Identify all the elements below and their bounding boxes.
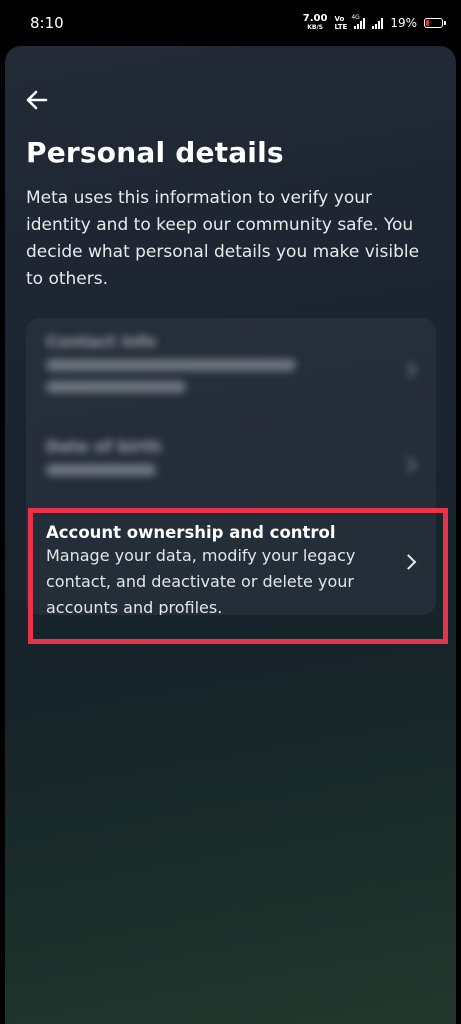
volte-icon: Vo LTE: [334, 15, 347, 31]
list-item-subtitle: Manage your data, modify your legacy con…: [46, 546, 356, 615]
volte-top: Vo: [334, 15, 345, 23]
status-time: 8:10: [30, 14, 64, 32]
chevron-right-icon: [400, 361, 417, 378]
network-speed-unit: KB/S: [307, 24, 323, 31]
status-bar: 8:10 7.00 KB/S Vo LTE 4G 19%: [0, 0, 461, 46]
network-speed-value: 7.00: [302, 13, 328, 24]
volte-bottom: LTE: [334, 23, 348, 31]
signal-4g-icon: 4G: [351, 14, 366, 29]
personal-details-sheet: Personal details Meta uses this informat…: [5, 46, 456, 1024]
list-item-title: Date of birth: [46, 437, 162, 456]
list-item-title: Contact info: [46, 332, 157, 351]
list-item-subtitle: [46, 464, 388, 476]
status-icons: 7.00 KB/S Vo LTE 4G 19%: [303, 14, 446, 32]
list-item-contact-info[interactable]: Contact info: [26, 318, 436, 421]
chevron-right-icon: [400, 554, 417, 570]
battery-icon: [424, 18, 446, 28]
signal-icon: [372, 17, 384, 29]
network-speed: 7.00 KB/S: [303, 14, 328, 32]
page-description: Meta uses this information to verify you…: [26, 188, 420, 289]
battery-percent: 19%: [390, 16, 417, 30]
network-tag: 4G: [351, 13, 360, 21]
list-item-account-ownership[interactable]: Account ownership and control Manage you…: [26, 509, 436, 615]
settings-list: Contact info Date of birth Account owner…: [26, 318, 436, 615]
arrow-left-icon: [26, 90, 48, 110]
chevron-right-icon: [400, 457, 417, 473]
page-title: Personal details: [26, 136, 284, 169]
list-item-subtitle: [46, 359, 388, 393]
back-button[interactable]: [23, 86, 51, 114]
battery-fill: [426, 20, 430, 26]
list-item-title: Account ownership and control: [46, 523, 336, 542]
list-item-date-of-birth[interactable]: Date of birth: [26, 421, 436, 509]
